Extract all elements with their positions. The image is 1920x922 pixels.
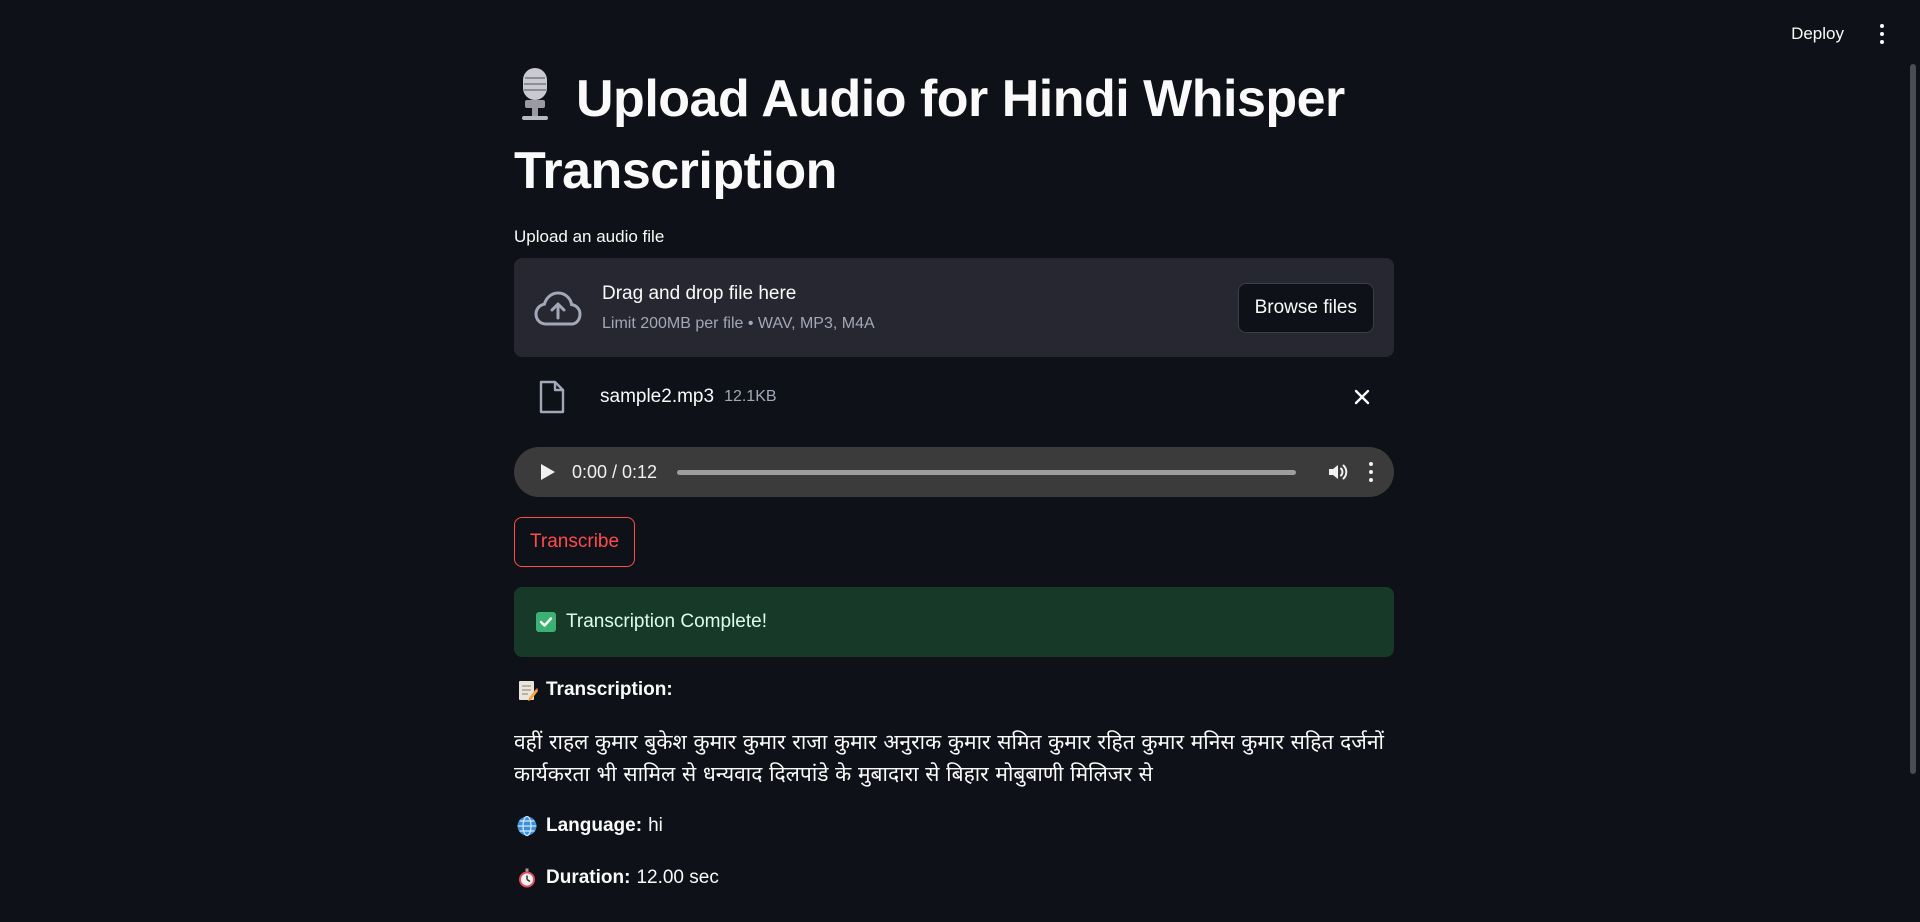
transcription-heading: Transcription: (514, 679, 679, 701)
transcription-label: Transcription: (546, 679, 673, 700)
audio-time: 0:00 / 0:12 (572, 461, 658, 482)
success-message: Transcription Complete! (566, 611, 767, 632)
uploaded-file-row: sample2.mp3 12.1KB (514, 370, 1394, 424)
dropzone-limit: Limit 200MB per file • WAV, MP3, M4A (602, 314, 875, 332)
upload-label: Upload an audio file (514, 227, 665, 246)
play-icon[interactable] (538, 463, 556, 481)
scrollbar-thumb[interactable] (1910, 64, 1916, 774)
transcribe-button[interactable]: Transcribe (514, 517, 636, 567)
language-value: hi (648, 815, 663, 836)
language-line: Language: hi (514, 815, 663, 837)
globe-icon (517, 815, 537, 837)
cloud-upload-icon (534, 290, 582, 325)
audio-more-icon[interactable] (1368, 462, 1374, 482)
close-icon[interactable] (1350, 385, 1374, 409)
deploy-button[interactable]: Deploy (1779, 16, 1856, 52)
microphone-icon (514, 66, 556, 138)
browse-files-button[interactable]: Browse files (1237, 282, 1374, 333)
audio-seek-bar[interactable] (677, 469, 1296, 475)
page-scrollbar[interactable] (1906, 0, 1920, 922)
page-title-text: Upload Audio for Hindi Whisper Transcrip… (514, 70, 1345, 200)
dropzone-title: Drag and drop file here (602, 282, 797, 304)
kebab-menu-icon[interactable] (1870, 16, 1894, 52)
file-size: 12.1KB (724, 388, 777, 405)
language-label: Language: (546, 815, 643, 836)
duration-line: Duration: 12.00 sec (514, 867, 719, 889)
success-alert: Transcription Complete! (514, 587, 1394, 657)
file-icon (539, 380, 565, 414)
memo-icon (519, 681, 538, 701)
audio-player: 0:00 / 0:12 (514, 447, 1394, 497)
page-title: Upload Audio for Hindi Whisper Transcrip… (514, 66, 1394, 204)
duration-label: Duration: (546, 867, 631, 888)
file-name: sample2.mp3 (600, 386, 715, 407)
file-dropzone[interactable]: Drag and drop file here Limit 200MB per … (514, 258, 1394, 357)
transcription-text: वहीं राहल कुमार बुकेश कुमार कुमार राजा क… (514, 730, 1384, 786)
dropzone-text: Drag and drop file here Limit 200MB per … (602, 283, 1238, 333)
stopwatch-icon (519, 868, 535, 888)
top-header: Deploy (0, 0, 1920, 68)
volume-icon[interactable] (1326, 460, 1350, 484)
check-icon (536, 612, 556, 632)
duration-value: 12.00 sec (636, 867, 719, 888)
